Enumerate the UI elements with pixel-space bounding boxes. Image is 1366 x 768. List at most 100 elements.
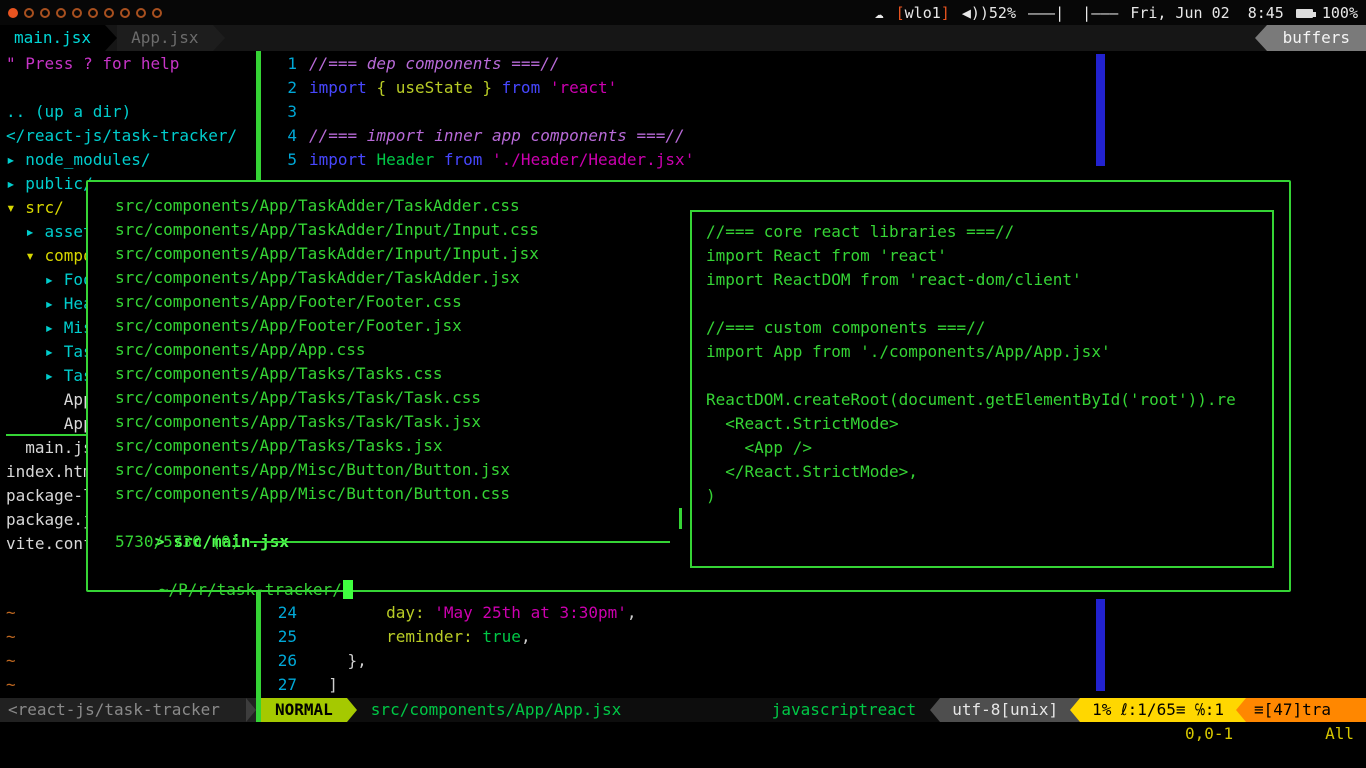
fzf-result-list: src/components/App/TaskAdder/TaskAdder.c… [88,194,689,506]
encoding-text: utf-8[unix] [952,698,1058,722]
fzf-result[interactable]: src/components/App/Tasks/Task/Task.css [88,386,689,410]
battery-level: 100% [1322,4,1358,22]
token: day: [386,603,425,622]
code-line[interactable]: 26 }, [261,649,1366,673]
scroll-indicator: All [1325,722,1354,746]
bracket: ] [941,4,950,22]
window-dot[interactable] [8,8,18,18]
fzf-result[interactable]: src/components/App/Misc/Button/Button.js… [88,458,689,482]
fzf-result[interactable]: src/components/App/Tasks/Task/Task.jsx [88,410,689,434]
fzf-result[interactable]: src/components/App/TaskAdder/TaskAdder.j… [88,266,689,290]
fzf-counter-row: 5730/5730 (0) [115,530,679,554]
vim-tabline: main.jsx App.jsx buffers [0,25,1366,51]
battery-indicator[interactable]: 100% [1296,1,1358,25]
token: './Header/Header.jsx' [492,150,694,169]
token: 'react' [550,78,617,97]
fzf-result[interactable]: src/components/App/Footer/Footer.jsx [88,314,689,338]
window-dot[interactable] [136,8,146,18]
preview-line: <App /> [706,436,1272,460]
statusline: <react-js/task-tracker NORMAL src/compon… [0,698,1366,722]
tab-app-jsx[interactable]: App.jsx [117,25,212,51]
fzf-list-scrollbar[interactable] [679,508,682,529]
code-line[interactable]: 3 [261,100,1366,124]
token: reminder: [386,627,473,646]
token [473,627,483,646]
editor-buffer-bottom: 24 day: 'May 25th at 3:30pm',25 reminder… [261,601,1366,697]
window-dot[interactable] [24,8,34,18]
code-line[interactable]: 27 ] [261,673,1366,697]
statusline-middle: src/components/App/App.jsx javascriptrea… [357,698,930,722]
tree-item[interactable]: " Press ? for help [6,52,256,76]
token: //=== dep components ===// [309,54,559,73]
code-line[interactable]: 2import { useState } from 'react' [261,76,1366,100]
token: 'May 25th at 3:30pm' [434,603,627,622]
token [309,603,386,622]
window-dot[interactable] [152,8,162,18]
preview-line: <React.StrictMode> [706,412,1272,436]
position-text: 1% ℓ:1/65≡ ℅:1 [1092,698,1224,722]
window-dot[interactable] [72,8,82,18]
powerline-separator [1236,698,1246,722]
fzf-result[interactable]: src/components/App/TaskAdder/Input/Input… [88,218,689,242]
token: import [309,78,376,97]
tree-item[interactable]: ▸ node_modules/ [6,148,256,172]
preview-line: //=== core react libraries ===// [706,220,1272,244]
window-dot[interactable] [104,8,114,18]
preview-line: import App from './components/App/App.js… [706,340,1272,364]
code-line[interactable]: 4//=== import inner app components ===// [261,124,1366,148]
fzf-popup: src/components/App/TaskAdder/TaskAdder.c… [86,180,1291,592]
powerline-separator [246,698,256,722]
fzf-result[interactable]: src/components/App/Footer/Footer.css [88,290,689,314]
tab-main-jsx[interactable]: main.jsx [0,25,105,51]
vim-mode-text: NORMAL [275,698,333,722]
fzf-result[interactable]: src/components/App/Misc/Button/Button.cs… [88,482,689,506]
preview-line: </React.StrictMode>, [706,460,1272,484]
fzf-result[interactable]: src/components/App/TaskAdder/Input/Input… [88,242,689,266]
token: import [309,150,376,169]
fzf-result[interactable]: src/components/App/TaskAdder/TaskAdder.c… [88,194,689,218]
clock[interactable]: Fri, Jun 02 8:45 [1130,1,1284,25]
buffer-tabs: main.jsx App.jsx [0,25,225,51]
tree-item[interactable]: </react-js/task-tracker/ [6,124,256,148]
code-line[interactable]: 25 reminder: true, [261,625,1366,649]
window-dot[interactable] [40,8,50,18]
cwd-text: <react-js/task-tracker [8,698,220,722]
command-line[interactable]: 0,0-1 All [0,722,1366,746]
fzf-match-count: 5730/5730 (0) [115,530,240,554]
code-line[interactable]: 5import Header from './Header/Header.jsx… [261,148,1366,172]
fzf-selected-result[interactable]: >src/main.jsx [97,506,289,530]
bracket: [ [896,4,905,22]
tab-separator [105,25,117,51]
buffers-label[interactable]: buffers [1267,25,1366,51]
code-line[interactable]: 24 day: 'May 25th at 3:30pm', [261,601,1366,625]
tree-item[interactable] [6,76,256,100]
fzf-result[interactable]: src/components/App/Tasks/Tasks.jsx [88,434,689,458]
tree-item[interactable]: .. (up a dir) [6,100,256,124]
fzf-result[interactable]: src/components/App/Tasks/Tasks.css [88,362,689,386]
window-dot[interactable] [88,8,98,18]
preview-line: import ReactDOM from 'react-dom/client' [706,268,1272,292]
volume-indicator[interactable]: ◀))52% [962,1,1016,25]
weather-icon[interactable]: ☁ [875,1,884,25]
scrollbar-segment[interactable] [1096,54,1105,166]
code-line[interactable]: 1//=== dep components ===// [261,52,1366,76]
fzf-prompt[interactable]: ~/P/r/task-tracker/ [101,554,353,578]
code-text: reminder: true, [309,627,531,646]
preview-line [706,364,1272,388]
network-indicator[interactable]: [wlo1] [896,1,950,25]
fzf-preview-pane: //=== core react libraries ===// import R… [690,210,1274,568]
cursor-position: 0,0-1 [1185,722,1233,746]
line-number: 26 [261,649,297,673]
token: , [521,627,531,646]
line-number: 24 [261,601,297,625]
statusline-position: 1% ℓ:1/65≡ ℅:1 [1080,698,1236,722]
window-dot[interactable] [56,8,66,18]
statusline-filename: src/components/App/App.jsx [371,698,621,722]
scrollbar-segment[interactable] [1096,599,1105,691]
empty-line-marker: ~ [6,673,16,697]
system-tray: ☁ [wlo1] ◀))52% ———| |——— Fri, Jun 02 8:… [875,1,1358,25]
window-dot[interactable] [120,8,130,18]
fzf-result[interactable]: src/components/App/App.css [88,338,689,362]
tab-separator [213,25,225,51]
powerline-separator [930,698,940,722]
